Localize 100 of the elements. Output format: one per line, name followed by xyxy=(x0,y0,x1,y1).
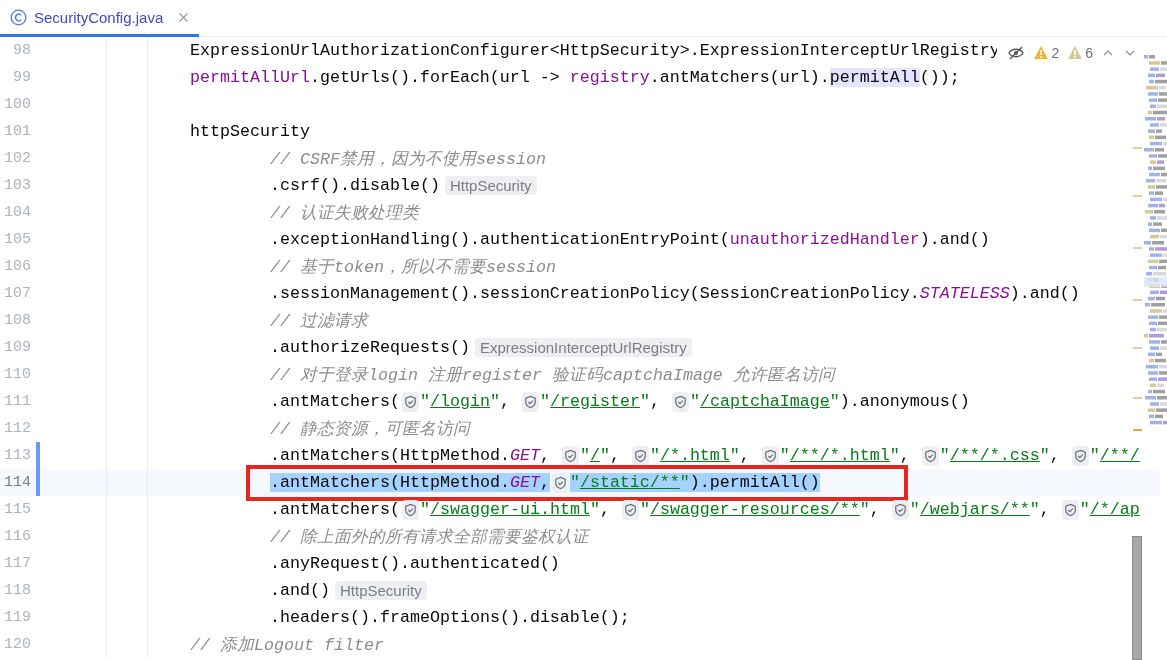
string-quote: " xyxy=(889,446,900,465)
code-text: .exceptionHandling().authenticationEntryPoint( xyxy=(270,230,730,249)
line-number: 108 xyxy=(3,312,31,329)
string-quote: " xyxy=(1029,500,1040,519)
line-number: 106 xyxy=(3,258,31,275)
code-comment: // CSRF禁用，因为不使用session xyxy=(270,148,546,170)
field-name: registry xyxy=(569,68,650,87)
code-text: .antMatchers( xyxy=(270,392,400,411)
string-quote: " xyxy=(859,500,870,519)
code-text: ()); xyxy=(919,68,960,87)
shield-icon[interactable] xyxy=(921,445,939,466)
line-number: 105 xyxy=(3,231,31,248)
line-number: 107 xyxy=(3,285,31,302)
shield-icon[interactable] xyxy=(1071,445,1089,466)
string-quote: " xyxy=(1089,446,1100,465)
shield-icon[interactable] xyxy=(561,445,579,466)
url-link[interactable]: / xyxy=(589,446,600,465)
string-quote: " xyxy=(589,500,600,519)
string-quote: " xyxy=(639,392,650,411)
string-quote: " xyxy=(779,446,790,465)
code-text: httpSecurity xyxy=(190,122,310,141)
code-comment: // 过滤请求 xyxy=(270,310,368,332)
field-name: permitAllUrl xyxy=(190,68,310,87)
code-comment: // 对于登录login 注册register 验证码captchaImage 允许匿名访问 xyxy=(270,364,835,386)
url-link[interactable]: /**/*.css xyxy=(949,446,1040,465)
line-number: 111 xyxy=(3,393,31,410)
code-text: ).and() xyxy=(1009,284,1080,303)
string-quote: " xyxy=(599,446,610,465)
constant-name: GET xyxy=(509,446,540,465)
shield-icon[interactable] xyxy=(551,472,569,493)
shield-icon[interactable] xyxy=(761,445,779,466)
string-quote: " xyxy=(729,446,740,465)
line-number: 98 xyxy=(12,42,31,59)
string-quote: " xyxy=(639,500,650,519)
line-number: 103 xyxy=(3,177,31,194)
line-number: 116 xyxy=(3,528,31,545)
constant-name: GET xyxy=(509,473,540,492)
line-number: 118 xyxy=(3,582,31,599)
code-text: .anyRequest().authenticated() xyxy=(270,554,560,573)
code-text: , xyxy=(869,500,881,519)
code-text: .antMatchers(HttpMethod. xyxy=(270,446,510,465)
url-link[interactable]: /webjars/** xyxy=(919,500,1030,519)
code-comment: // 基于token，所以不需要session xyxy=(270,256,556,278)
inlay-hint: HttpSecurity xyxy=(444,176,537,195)
shield-icon[interactable] xyxy=(521,391,539,412)
code-text: .sessionManagement().sessionCreationPolicy(SessionCreationPolicy. xyxy=(270,284,920,303)
code-text: , xyxy=(539,473,550,492)
line-number: 109 xyxy=(3,339,31,356)
code-text: , xyxy=(649,392,661,411)
shield-icon[interactable] xyxy=(1061,499,1079,520)
code-text: , xyxy=(599,500,611,519)
url-link[interactable]: /**/*.html xyxy=(789,446,890,465)
code-text: permitAll xyxy=(829,68,920,87)
string-quote: " xyxy=(579,446,590,465)
line-number: 110 xyxy=(3,366,31,383)
line-number: 102 xyxy=(3,150,31,167)
url-link[interactable]: /captchaImage xyxy=(699,392,830,411)
url-link[interactable]: /swagger-ui.html xyxy=(429,500,590,519)
url-link[interactable]: /static/** xyxy=(579,473,680,492)
string-quote: " xyxy=(689,392,700,411)
string-quote: " xyxy=(419,500,430,519)
shield-icon[interactable] xyxy=(631,445,649,466)
field-name: unauthorizedHandler xyxy=(729,230,920,249)
class-icon xyxy=(10,8,27,26)
line-number: 119 xyxy=(3,609,31,626)
file-tab[interactable]: SecurityConfig.java xyxy=(0,0,200,37)
scrollbar-thumb[interactable] xyxy=(1132,536,1142,660)
line-number: 120 xyxy=(3,636,31,653)
url-link[interactable]: /*.html xyxy=(659,446,730,465)
line-number: 114 xyxy=(3,474,31,491)
shield-icon[interactable] xyxy=(671,391,689,412)
code-text: , xyxy=(739,446,751,465)
url-link[interactable]: /login xyxy=(429,392,490,411)
url-link[interactable]: /*/ap xyxy=(1089,500,1140,519)
url-link[interactable]: /register xyxy=(549,392,640,411)
string-quote: " xyxy=(679,473,690,492)
line-number: 115 xyxy=(3,501,31,518)
string-quote: " xyxy=(939,446,950,465)
string-quote: " xyxy=(489,392,500,411)
code-text: .getUrls().forEach(url -> xyxy=(309,68,561,87)
shield-icon[interactable] xyxy=(401,391,419,412)
code-comment: // 添加Logout filter xyxy=(190,634,384,656)
string-quote: " xyxy=(909,500,920,519)
line-number: 117 xyxy=(3,555,31,572)
code-text: , xyxy=(899,446,911,465)
string-quote: " xyxy=(649,446,660,465)
hidden-eye-icon[interactable] xyxy=(1007,45,1026,60)
line-number: 104 xyxy=(3,204,31,221)
warning-count: 6 xyxy=(1085,44,1093,61)
url-link[interactable]: /**/ xyxy=(1099,446,1140,465)
code-text: , xyxy=(609,446,621,465)
code-text: ).and() xyxy=(919,230,990,249)
code-comment: // 认证失败处理类 xyxy=(270,202,419,224)
code-text: , xyxy=(1039,500,1051,519)
string-quote: " xyxy=(419,392,430,411)
url-link[interactable]: /swagger-resources/** xyxy=(649,500,860,519)
code-text: .authorizeRequests() xyxy=(270,338,470,357)
code-text: .and() xyxy=(270,581,330,600)
close-icon[interactable] xyxy=(178,11,190,23)
code-comment: // 除上面外的所有请求全部需要鉴权认证 xyxy=(270,526,589,548)
